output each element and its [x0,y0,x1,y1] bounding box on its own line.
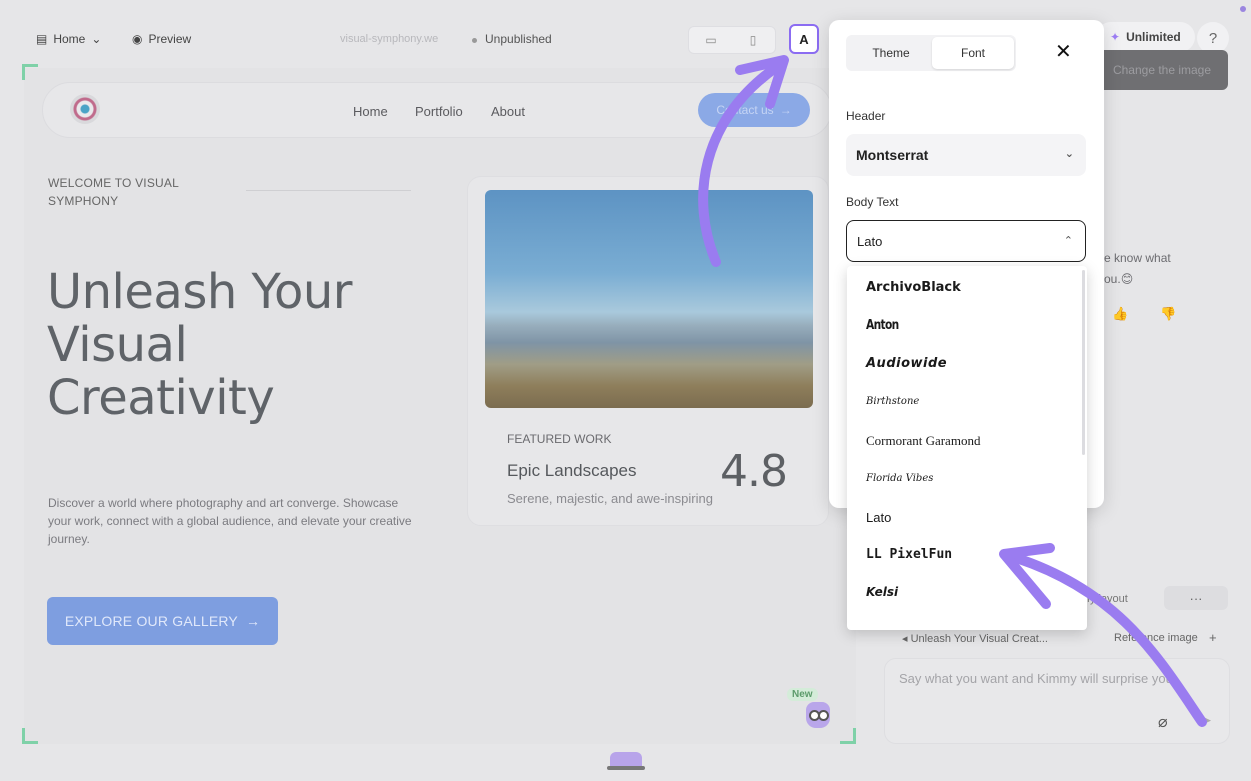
more-options-button[interactable]: ··· [1164,586,1228,610]
welcome-eyebrow: WELCOME TO VISUAL SYMPHONY [48,176,179,208]
chat-input[interactable] [899,671,1199,686]
hero-headline: Unleash Your Visual Creativity [47,266,447,425]
selection-corner [840,728,856,744]
hero-line: Visual [47,317,188,373]
paperclip-icon[interactable]: ⌀ [1158,712,1168,732]
reference-context[interactable]: ◂ Unleash Your Visual Creat... [902,632,1048,645]
caret-left-icon: ◂ [902,633,911,645]
font-option[interactable]: Anton [866,318,899,333]
change-image-button[interactable]: Change the image [1096,50,1228,90]
arrow-right-icon: → [245,613,261,629]
layout-suggestion-chip[interactable]: lify layout [1082,588,1158,610]
site-url[interactable]: visual-symphony.we [340,33,438,45]
featured-subtitle: Serene, majestic, and awe-inspiring [507,491,713,506]
font-option[interactable]: Lato [866,510,891,525]
cta-label: EXPLORE OUR GALLERY [64,613,238,629]
reference-image-button[interactable]: Reference image [1114,632,1198,644]
body-font-label: Body Text [846,195,899,209]
sparkle-icon: ✦ [1110,30,1121,44]
preview-label: Preview [148,32,192,46]
explore-gallery-button[interactable]: EXPLORE OUR GALLERY → [47,597,278,645]
featured-title: Epic Landscapes [507,461,637,480]
chat-message-line: e know what [1104,251,1171,265]
font-option[interactable]: LL PixelFun [866,547,952,562]
tab-theme[interactable]: Theme [850,37,932,69]
chevron-down-icon: ⌄ [1064,148,1074,160]
contact-label: Contact us [716,103,774,117]
assistant-mascot-icon[interactable] [806,702,830,728]
header-font-label: Header [846,109,886,123]
font-option[interactable]: Kelsi [866,585,898,599]
body-font-select[interactable]: Lato ⌃ [846,220,1086,262]
contact-button[interactable]: Contact us → [698,93,810,127]
chat-message: e know what ou.😊 [1104,248,1224,290]
home-label: Home [53,32,86,46]
landscape-photo[interactable] [485,190,813,408]
rating-value: 4.8 [720,446,788,497]
font-settings-button[interactable]: A [789,24,819,54]
font-option[interactable]: Florida Vibes [866,473,933,484]
chevron-down-icon: ⌄ [91,32,102,46]
home-menu[interactable]: ▤ Home ⌄ [36,32,101,46]
chat-message-line: ou.😊 [1104,269,1224,290]
plan-badge[interactable]: ✦ Unlimited [1096,22,1195,52]
drawer-handle-bar [607,766,645,770]
font-option[interactable]: Audiowide [866,356,947,371]
status-dot [472,38,477,43]
hero-description: Discover a world where photography and a… [48,496,412,546]
desktop-icon[interactable]: ▭ [703,33,719,47]
header-font-value: Montserrat [856,147,929,163]
font-option[interactable]: ArchivoBlack [866,280,961,295]
close-icon[interactable]: ✕ [1055,42,1072,62]
add-icon[interactable]: + [1209,630,1217,645]
publish-status: Unpublished [472,32,552,46]
chat-input-box [884,658,1230,744]
site-logo[interactable] [70,94,100,124]
status-label: Unpublished [485,32,552,46]
thumbs-down-icon[interactable]: 👎 [1160,306,1176,322]
nav-about[interactable]: About [491,104,525,119]
body-font-value: Lato [857,233,883,249]
help-icon: ? [1208,29,1218,47]
divider [246,190,411,191]
plan-label: Unlimited [1126,30,1181,44]
nav-portfolio[interactable]: Portfolio [415,104,463,119]
reference-context-label: Unleash Your Visual Creat... [910,633,1048,645]
page-icon: ▤ [36,32,48,46]
chat-message-text: ou. [1104,272,1121,286]
thumbs-up-icon[interactable]: 👍 [1112,306,1128,322]
chevron-up-icon: ⌃ [1063,235,1073,247]
featured-eyebrow: FEATURED WORK [507,432,612,446]
tab-font[interactable]: Font [932,37,1014,69]
mobile-icon[interactable]: ▯ [745,33,761,47]
font-icon: A [799,31,809,47]
dropdown-scrollbar[interactable] [1082,270,1085,455]
hero-line: Creativity [47,370,275,426]
selection-corner [22,728,38,744]
panel-tabs: Theme Font [846,35,1016,71]
nav-home[interactable]: Home [353,104,388,119]
font-option[interactable]: Cormorant Garamond [866,433,980,449]
hero-line: Unleash Your [47,264,353,320]
header-font-select[interactable]: Montserrat ⌄ [846,134,1086,176]
emoji-icon: 😊 [1120,272,1134,286]
selection-corner [22,64,38,80]
new-badge: New [787,688,818,701]
send-icon[interactable]: ➤ [1200,712,1212,729]
arrow-right-icon: → [779,103,792,117]
device-toggle: ▭ ▯ [688,26,776,54]
notification-dot [1240,6,1246,12]
font-option[interactable]: Birthstone [866,396,919,407]
preview-button[interactable]: ◉ Preview [132,32,191,46]
eye-icon: ◉ [132,32,143,46]
